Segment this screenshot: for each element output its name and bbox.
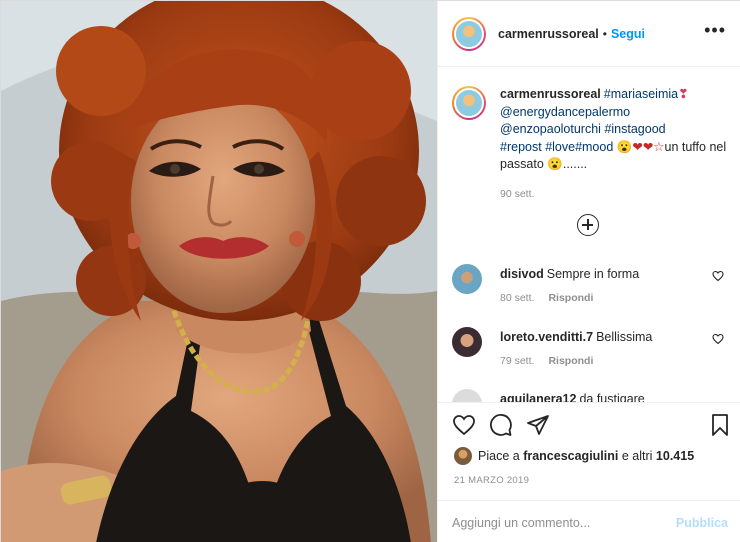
hashtag[interactable]: #mariaseimia: [604, 87, 678, 101]
comment-text: disivod Sempre in forma: [500, 267, 639, 281]
commenter-avatar[interactable]: [452, 327, 482, 357]
commenter-avatar[interactable]: [452, 389, 482, 402]
add-comment-input[interactable]: Aggiungi un commento...: [452, 516, 676, 530]
like-comment-heart-icon[interactable]: [712, 333, 724, 345]
instagram-post: carmenrussoreal • Segui ••• carmenrussor…: [0, 0, 740, 542]
action-icons: [452, 413, 732, 439]
like-comment-heart-icon[interactable]: [712, 270, 724, 282]
publish-button[interactable]: Pubblica: [676, 516, 728, 530]
post-photo[interactable]: [1, 1, 437, 542]
hashtag[interactable]: #love#mood: [545, 140, 613, 154]
comment-text: loreto.venditti.7 Bellissima: [500, 330, 652, 344]
emoji: ❣: [678, 87, 689, 101]
save-bookmark-icon[interactable]: [708, 413, 732, 437]
author-avatar[interactable]: [452, 16, 486, 51]
like-heart-icon[interactable]: [452, 413, 476, 437]
post-date[interactable]: 21 MARZO 2019: [454, 475, 529, 486]
comment-bubble-icon[interactable]: [489, 413, 513, 437]
comment-time[interactable]: 80 sett.: [500, 292, 534, 304]
mention[interactable]: @enzopaoloturchi: [500, 122, 601, 136]
load-more-comments-icon[interactable]: [577, 214, 599, 236]
author-username[interactable]: carmenrussoreal: [498, 27, 599, 41]
emoji: 😮❤❤☆: [616, 139, 665, 154]
likes-prefix: Piace a: [478, 449, 520, 463]
mention[interactable]: @energydancepalermo: [500, 105, 630, 119]
liker-username[interactable]: francescagiulini: [523, 449, 618, 463]
comment-item: disivod Sempre in forma 80 sett. Rispondi: [452, 264, 732, 312]
comments-panel[interactable]: carmenrussoreal #mariaseimia❣ @energydanc…: [438, 68, 740, 402]
post-header: carmenrussoreal • Segui •••: [438, 1, 740, 67]
hashtag[interactable]: #repost: [500, 140, 542, 154]
comment-body: Sempre in forma: [546, 267, 640, 281]
post-actions: Piace a francescagiulini e altri 10.415 …: [438, 402, 740, 542]
follow-button[interactable]: Segui: [611, 27, 645, 41]
comment-text: aquilanera12 da fustigare: [500, 392, 645, 402]
comment-body: Bellissima: [596, 330, 653, 344]
reply-button[interactable]: Rispondi: [548, 355, 593, 367]
likes-connector: e altri: [621, 449, 653, 463]
comment-item: loreto.venditti.7 Bellissima 79 sett. Risp…: [452, 327, 732, 375]
hashtag[interactable]: #instagood: [604, 122, 665, 136]
comment-username[interactable]: loreto.venditti.7: [500, 330, 593, 344]
caption-avatar[interactable]: [452, 86, 486, 120]
comment-username[interactable]: disivod: [500, 267, 544, 281]
comment-username[interactable]: aquilanera12: [500, 392, 576, 402]
comment-meta: 80 sett. Rispondi: [500, 292, 607, 304]
emoji: 😮: [547, 157, 563, 171]
post-sidebar: carmenrussoreal • Segui ••• carmenrussor…: [437, 1, 740, 542]
caption: carmenrussoreal #mariaseimia❣ @energydanc…: [452, 86, 732, 200]
comment-item: aquilanera12 da fustigare: [452, 389, 732, 402]
more-options-icon[interactable]: •••: [704, 21, 726, 39]
likes-summary: Piace a francescagiulini e altri 10.415: [454, 447, 694, 465]
add-comment-bar: Aggiungi un commento... Pubblica: [438, 500, 740, 542]
caption-ellipsis: .......: [562, 157, 588, 171]
comment-body: da fustigare: [579, 392, 645, 402]
liker-avatar[interactable]: [454, 447, 472, 465]
separator-dot: •: [602, 26, 607, 41]
caption-username[interactable]: carmenrussoreal: [500, 87, 601, 101]
photo-illustration: [1, 1, 437, 542]
reply-button[interactable]: Rispondi: [548, 292, 593, 304]
comment-meta: 79 sett. Rispondi: [500, 355, 607, 367]
comment-time[interactable]: 79 sett.: [500, 355, 534, 367]
caption-text: carmenrussoreal #mariaseimia❣ @energydanc…: [500, 86, 732, 174]
likes-count[interactable]: 10.415: [656, 449, 694, 463]
share-paper-plane-icon[interactable]: [526, 413, 550, 437]
caption-time[interactable]: 90 sett.: [500, 188, 732, 200]
commenter-avatar[interactable]: [452, 264, 482, 294]
